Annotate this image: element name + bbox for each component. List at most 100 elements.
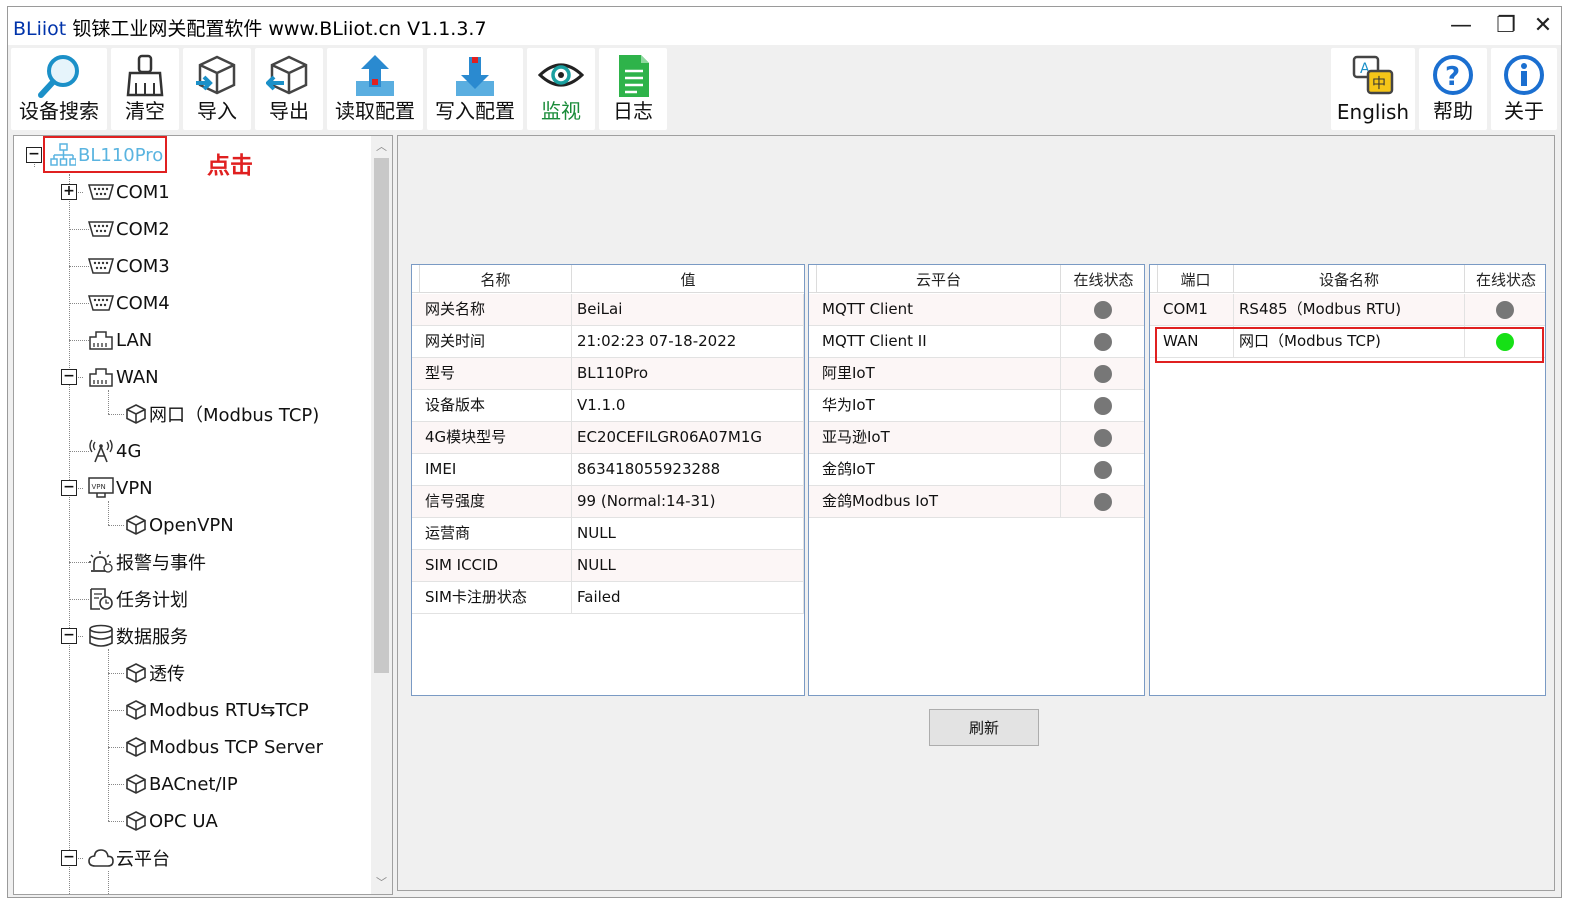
tree-item-wan[interactable]: WAN [88, 362, 159, 392]
tree-item-wan-modbus-tcp[interactable]: 网口（Modbus TCP) [125, 399, 319, 429]
read-config-button[interactable]: 读取配置 [327, 48, 423, 130]
status-cell [1061, 422, 1144, 454]
maximize-button[interactable]: ❐ [1489, 11, 1523, 41]
export-button[interactable]: 导出 [255, 48, 323, 130]
tree-scrollbar[interactable]: ︿ ﹀ [371, 136, 392, 894]
table-header: 云平台 在线状态 [809, 265, 1144, 293]
tree-item-opc-ua[interactable]: OPC UA [125, 806, 218, 836]
eye-icon [538, 63, 584, 87]
tree-item-data-service[interactable]: 数据服务 [88, 621, 188, 651]
monitor-button[interactable]: 监视 [527, 48, 595, 130]
tree-item-bacnet-ip[interactable]: BACnet/IP [125, 769, 238, 799]
tree-item-vpn[interactable]: VPN VPN [88, 473, 153, 503]
write-config-button[interactable]: 写入配置 [427, 48, 523, 130]
minimize-button[interactable]: — [1444, 11, 1478, 41]
info-name-cell: 设备版本 [420, 390, 572, 422]
close-button[interactable]: ✕ [1526, 11, 1560, 41]
tree-item-task-plan[interactable]: 任务计划 [88, 584, 188, 614]
write-config-label: 写入配置 [435, 99, 515, 123]
table-row[interactable]: COM1 RS485（Modbus RTU) [1150, 294, 1545, 326]
table-row[interactable]: 华为IoT [809, 390, 1144, 422]
window-title: BLiiot 钡铼工业网关配置软件 www.BLiiot.cn V1.1.3.7 [13, 14, 487, 41]
toolbar: 设备搜索 清空 导入 导出 读取配置 写入配置 监视 日志 A 中 Englis… [8, 45, 1561, 133]
info-name-cell: 网关时间 [420, 326, 572, 358]
table-row[interactable]: 运营商 NULL [412, 518, 804, 550]
header-port: 端口 [1158, 265, 1234, 293]
table-row[interactable]: SIM卡注册状态 Failed [412, 582, 804, 614]
header-device-name: 设备名称 [1234, 265, 1465, 293]
refresh-button[interactable]: 刷新 [929, 709, 1039, 746]
device-search-label: 设备搜索 [19, 99, 99, 123]
import-button[interactable]: 导入 [183, 48, 251, 130]
table-row[interactable]: 网关名称 BeiLai [412, 294, 804, 326]
help-question-icon: ? [1433, 55, 1473, 95]
gateway-info-table: 名称 值 网关名称 BeiLai 网关时间 21:02:23 07-18-2022 型号… [411, 264, 805, 696]
table-row[interactable]: SIM ICCID NULL [412, 550, 804, 582]
tree-item-com2[interactable]: COM2 [88, 214, 170, 244]
scroll-thumb[interactable] [374, 158, 389, 673]
serial-port-icon [88, 184, 114, 200]
scroll-up-icon[interactable]: ︿ [371, 138, 392, 156]
tree-item-label: OPC UA [149, 810, 218, 832]
cube-icon [126, 404, 146, 424]
info-value-cell: NULL [572, 518, 804, 550]
serial-port-icon [88, 221, 114, 237]
english-button[interactable]: A 中 English [1331, 48, 1415, 130]
table-row[interactable]: 型号 BL110Pro [412, 358, 804, 390]
cube-icon [126, 811, 146, 831]
scroll-down-icon[interactable]: ﹀ [371, 874, 392, 892]
info-name-cell: 运营商 [420, 518, 572, 550]
table-row[interactable]: 阿里IoT [809, 358, 1144, 390]
online-status-indicator [1496, 301, 1514, 319]
header-online-status: 在线状态 [1475, 271, 1536, 289]
tree-item-lan[interactable]: LAN [88, 325, 152, 355]
tree-item-cloud-platform[interactable]: 云平台 [88, 843, 170, 873]
tree-item-alarm-events[interactable]: 报警与事件 [88, 547, 206, 577]
tree-item-modbus-tcp-server[interactable]: Modbus TCP Server [125, 732, 323, 762]
collapse-vpn-toggle[interactable]: − [61, 480, 77, 496]
table-row[interactable]: 金鸽Modbus IoT [809, 486, 1144, 518]
tree-item-com3[interactable]: COM3 [88, 251, 170, 281]
serial-port-icon [88, 258, 114, 274]
tree-item-com1[interactable]: COM1 [88, 177, 170, 207]
table-row[interactable]: 网关时间 21:02:23 07-18-2022 [412, 326, 804, 358]
device-name-cell: RS485（Modbus RTU) [1234, 294, 1465, 326]
port-cell: COM1 [1158, 294, 1234, 326]
table-row[interactable]: 亚马逊IoT [809, 422, 1144, 454]
online-status-indicator [1094, 461, 1112, 479]
status-cell [1061, 358, 1144, 390]
table-row[interactable]: IMEI 863418055923288 [412, 454, 804, 486]
status-cell [1061, 326, 1144, 358]
table-row[interactable]: MQTT Client [809, 294, 1144, 326]
collapse-root-toggle[interactable]: − [26, 147, 42, 163]
tree-item-openvpn[interactable]: OpenVPN [125, 510, 234, 540]
about-button[interactable]: 关于 [1491, 48, 1557, 130]
table-row[interactable]: 信号强度 99 (Normal:14-31) [412, 486, 804, 518]
table-row[interactable]: 4G模块型号 EC20CEFILGR06A07M1G [412, 422, 804, 454]
table-row[interactable]: 金鸽IoT [809, 454, 1144, 486]
tree-item-label: 网口（Modbus TCP) [149, 405, 320, 426]
collapse-cloud-toggle[interactable]: − [61, 850, 77, 866]
device-search-button[interactable]: 设备搜索 [11, 48, 107, 130]
log-button[interactable]: 日志 [599, 48, 667, 130]
tree-item-label: COM4 [116, 292, 170, 314]
help-button[interactable]: ? 帮助 [1419, 48, 1487, 130]
table-row[interactable]: MQTT Client II [809, 326, 1144, 358]
magnifier-icon [38, 55, 79, 98]
tree-item-label: Modbus RTU⇆TCP [149, 699, 309, 721]
info-value-cell: 99 (Normal:14-31) [572, 486, 804, 518]
table-row[interactable]: 设备版本 V1.1.0 [412, 390, 804, 422]
serial-port-icon [88, 295, 114, 311]
clear-button[interactable]: 清空 [111, 48, 179, 130]
table-header: 名称 值 [412, 265, 804, 293]
collapse-data-service-toggle[interactable]: − [61, 628, 77, 644]
about-label: 关于 [1504, 99, 1544, 123]
tree-item-4g[interactable]: 4G [88, 436, 141, 466]
expand-com1-toggle[interactable]: + [61, 184, 77, 200]
tree-item-modbus-rtu-tcp[interactable]: Modbus RTU⇆TCP [125, 695, 309, 725]
online-status-indicator [1094, 365, 1112, 383]
import-box-icon [196, 55, 236, 95]
tree-item-com4[interactable]: COM4 [88, 288, 170, 318]
collapse-wan-toggle[interactable]: − [61, 369, 77, 385]
tree-item-transparent[interactable]: 透传 [125, 658, 185, 688]
